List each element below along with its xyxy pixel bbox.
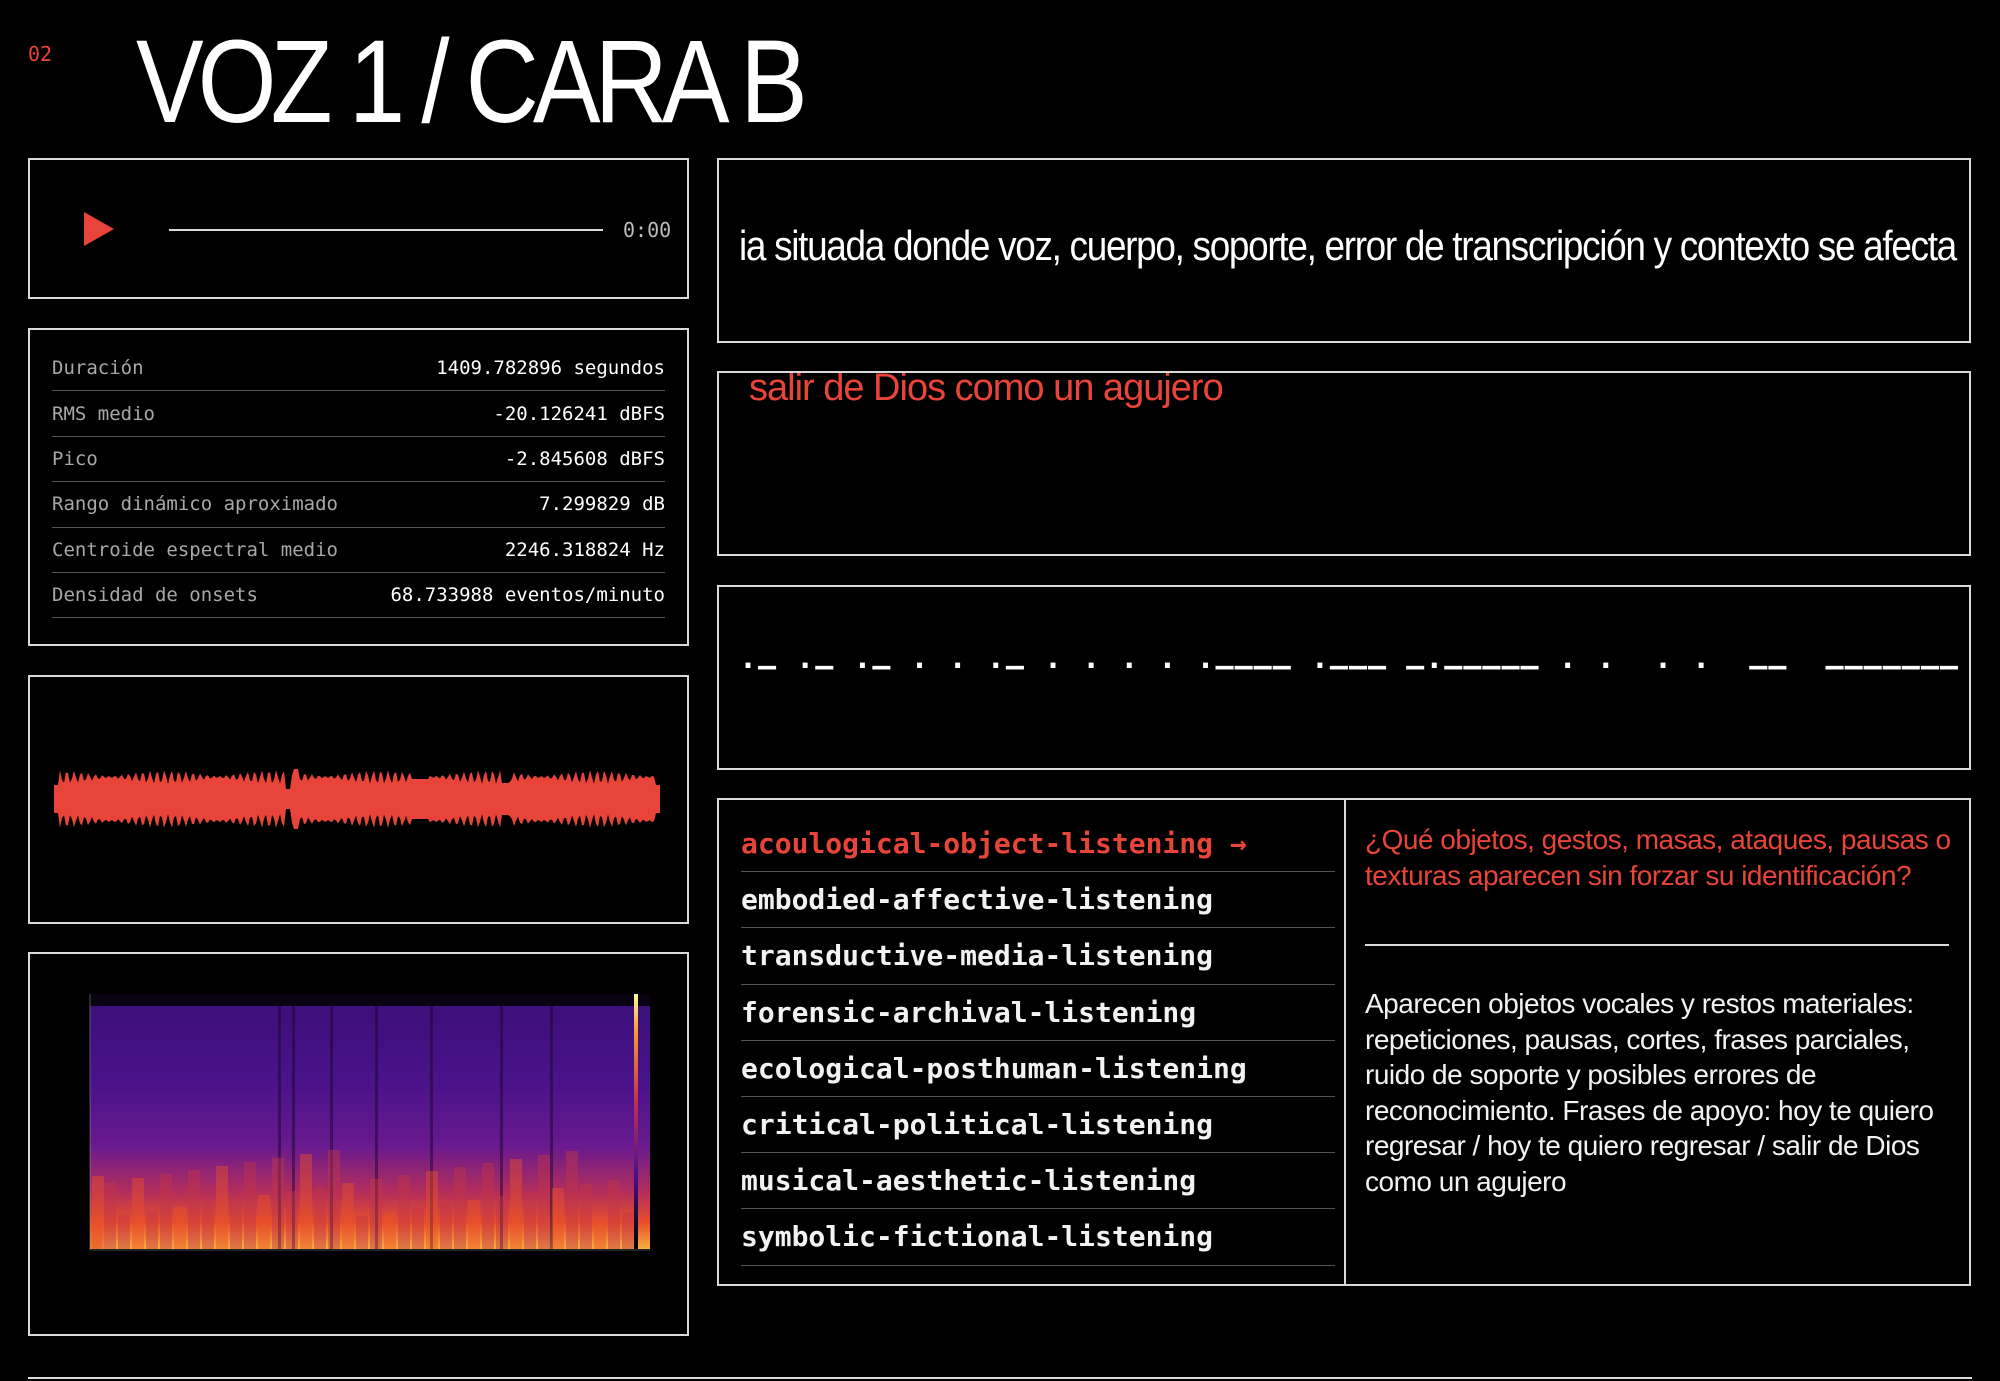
time-readout: 0:00 xyxy=(623,218,672,242)
stat-row: Densidad de onsets 68.733988 eventos/min… xyxy=(52,573,665,619)
stat-value: -20.126241 dBFS xyxy=(493,402,665,425)
stat-value: 2246.318824 Hz xyxy=(504,538,665,561)
transcription-marquee: ia situada donde voz, cuerpo, soporte, e… xyxy=(717,158,1971,343)
stat-label: RMS medio xyxy=(52,402,155,425)
stat-label: Rango dinámico aproximado xyxy=(52,493,338,516)
phrase-panel: salir de Dios como un agujero xyxy=(717,371,1971,556)
morse-text: ·— ·— ·— · · ·— · · · · ·———— ·——— —·———… xyxy=(739,649,1971,684)
bottom-divider xyxy=(28,1377,1972,1379)
stat-label: Duración xyxy=(52,357,144,380)
page-title: VOZ 1 / CARA B xyxy=(136,16,808,148)
waveform-shape xyxy=(54,769,660,829)
stat-row: Rango dinámico aproximado 7.299829 dB xyxy=(52,482,665,528)
mode-answer: Aparecen objetos vocales y restos materi… xyxy=(1365,988,1934,1197)
stat-value: 7.299829 dB xyxy=(539,493,665,516)
stat-label: Densidad de onsets xyxy=(52,584,258,607)
transcription-text: ia situada donde voz, cuerpo, soporte, e… xyxy=(739,222,1957,269)
stat-value: 68.733988 eventos/minuto xyxy=(390,584,665,607)
mode-item-ecological-posthuman[interactable]: ecological-posthuman-listening xyxy=(741,1041,1335,1097)
mode-item-critical-political[interactable]: critical-political-listening xyxy=(741,1097,1335,1154)
audio-stats-table: Duración 1409.782896 segundos RMS medio … xyxy=(28,328,689,646)
listening-modes-list: acoulogical-object-listening → embodied-… xyxy=(741,816,1335,1266)
stat-row: Centroide espectral medio 2246.318824 Hz xyxy=(52,528,665,573)
stat-row: RMS medio -20.126241 dBFS xyxy=(52,391,665,437)
question-divider xyxy=(1365,944,1949,946)
waveform-image xyxy=(54,769,660,829)
progress-track[interactable] xyxy=(169,229,603,231)
stat-value: -2.845608 dBFS xyxy=(504,447,665,470)
mode-item-forensic-archival[interactable]: forensic-archival-listening xyxy=(741,985,1335,1041)
mode-item-symbolic-fictional[interactable]: symbolic-fictional-listening xyxy=(741,1209,1335,1266)
mode-item-musical-aesthetic[interactable]: musical-aesthetic-listening xyxy=(741,1153,1335,1210)
page-number: 02 xyxy=(28,42,53,66)
spectrogram-panel xyxy=(28,952,689,1336)
morse-panel: ·— ·— ·— · · ·— · · · · ·———— ·——— —·———… xyxy=(717,585,1971,770)
stat-row: Pico -2.845608 dBFS xyxy=(52,437,665,483)
waveform-panel xyxy=(28,675,689,924)
stat-row: Duración 1409.782896 segundos xyxy=(52,346,665,392)
column-divider xyxy=(1344,800,1346,1284)
spectrogram-image xyxy=(89,994,650,1251)
stat-label: Pico xyxy=(52,447,98,470)
stat-value: 1409.782896 segundos xyxy=(436,357,665,380)
mode-item-transductive-media[interactable]: transductive-media-listening xyxy=(741,928,1335,985)
mode-item-acoulogical-object[interactable]: acoulogical-object-listening → xyxy=(741,816,1335,873)
stat-label: Centroide espectral medio xyxy=(52,538,338,561)
mode-item-embodied-affective[interactable]: embodied-affective-listening xyxy=(741,872,1335,929)
play-icon[interactable] xyxy=(84,212,114,246)
listening-modes-panel: acoulogical-object-listening → embodied-… xyxy=(717,798,1971,1286)
audio-player: 0:00 xyxy=(28,158,689,299)
mode-question: ¿Qué objetos, gestos, masas, ataques, pa… xyxy=(1365,824,1951,891)
phrase-text: salir de Dios como un agujero xyxy=(749,371,1224,409)
